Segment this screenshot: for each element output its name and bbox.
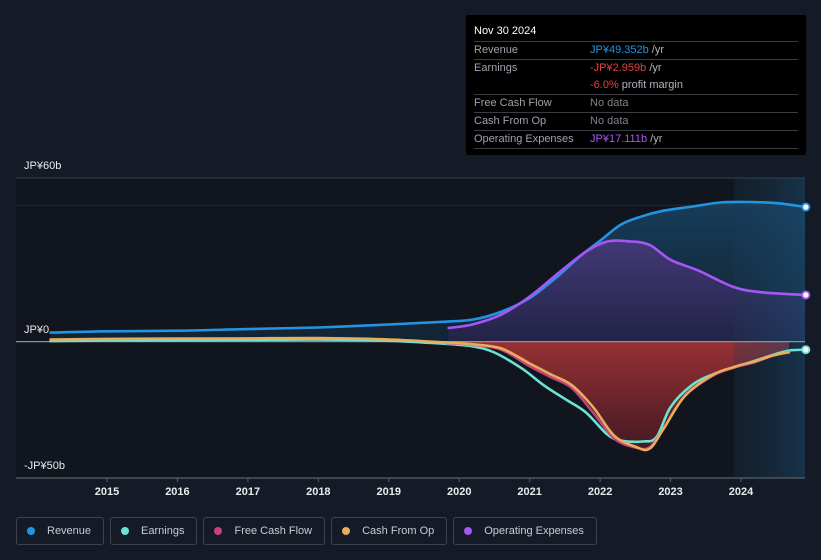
x-tick-label: 2015: [95, 486, 119, 498]
y-tick-label: JP¥60b: [24, 160, 62, 172]
tooltip-row-profit-margin: -6.0% profit margin: [474, 77, 798, 95]
tooltip-row-earnings: Earnings -JP¥2.959b /yr: [474, 60, 798, 77]
legend-label: Operating Expenses: [484, 525, 584, 537]
legend-label: Earnings: [141, 525, 185, 537]
x-tick-label: 2024: [729, 486, 754, 498]
x-tick-label: 2020: [447, 486, 471, 498]
tooltip-value: JP¥17.111b: [590, 133, 648, 145]
tooltip-value: -6.0%: [590, 79, 619, 91]
earnings-dot-icon: [121, 527, 130, 535]
cash-from-op-dot-icon: [342, 527, 351, 535]
legend-item-operating-expenses[interactable]: Operating Expenses: [453, 517, 597, 545]
x-tick-label: 2022: [588, 486, 612, 498]
tooltip-value: No data: [590, 97, 629, 109]
tooltip-label: Operating Expenses: [474, 133, 574, 145]
y-tick-label: -JP¥50b: [24, 460, 65, 472]
tooltip-row-operating-expenses: Operating Expenses JP¥17.111b /yr: [474, 131, 798, 149]
legend: Revenue Earnings Free Cash Flow Cash Fro…: [16, 517, 597, 545]
legend-label: Revenue: [47, 525, 92, 537]
tooltip-label: Cash From Op: [474, 115, 547, 127]
x-tick-label: 2021: [517, 486, 541, 498]
tooltip-unit: /yr: [648, 44, 664, 56]
x-tick-label: 2017: [236, 486, 260, 498]
legend-item-revenue[interactable]: Revenue: [16, 517, 105, 545]
legend-label: Cash From Op: [362, 525, 435, 537]
tooltip-row-cash-from-op: Cash From Op No data: [474, 113, 798, 131]
tooltip-date: Nov 30 2024: [474, 23, 798, 42]
tooltip-unit: /yr: [646, 62, 662, 74]
tooltip-unit: /yr: [647, 133, 663, 145]
operating-expenses-end-marker: [801, 290, 811, 300]
x-tick-label: 2019: [377, 486, 401, 498]
legend-label: Free Cash Flow: [234, 525, 313, 537]
x-tick-label: 2018: [306, 486, 330, 498]
tooltip-label: Free Cash Flow: [474, 97, 552, 109]
tooltip-row-revenue: Revenue JP¥49.352b /yr: [474, 42, 798, 60]
y-tick-label: JP¥0: [24, 324, 50, 336]
tooltip-label: Revenue: [474, 44, 519, 56]
operating-expenses-dot-icon: [464, 527, 473, 535]
tooltip-value: -JP¥2.959b: [590, 62, 647, 74]
legend-item-cash-from-op[interactable]: Cash From Op: [331, 517, 448, 545]
forecast-highlight-region: [733, 178, 805, 478]
revenue-end-marker: [801, 202, 811, 212]
revenue-dot-icon: [27, 527, 35, 535]
tooltip-value: No data: [590, 115, 629, 127]
legend-item-free-cash-flow[interactable]: Free Cash Flow: [203, 517, 326, 545]
tooltip-label: [474, 77, 590, 94]
tooltip-unit: profit margin: [618, 79, 683, 91]
legend-item-earnings[interactable]: Earnings: [110, 517, 198, 545]
tooltip-row-free-cash-flow: Free Cash Flow No data: [474, 95, 798, 113]
tooltip-value: JP¥49.352b: [590, 44, 649, 56]
x-tick-label: 2016: [165, 486, 189, 498]
tooltip: Nov 30 2024 Revenue JP¥49.352b /yr Earni…: [466, 15, 806, 155]
free-cash-flow-dot-icon: [214, 527, 223, 535]
earnings-end-marker: [801, 345, 811, 355]
x-tick-label: 2023: [658, 486, 682, 498]
tooltip-label: Earnings: [474, 62, 518, 74]
